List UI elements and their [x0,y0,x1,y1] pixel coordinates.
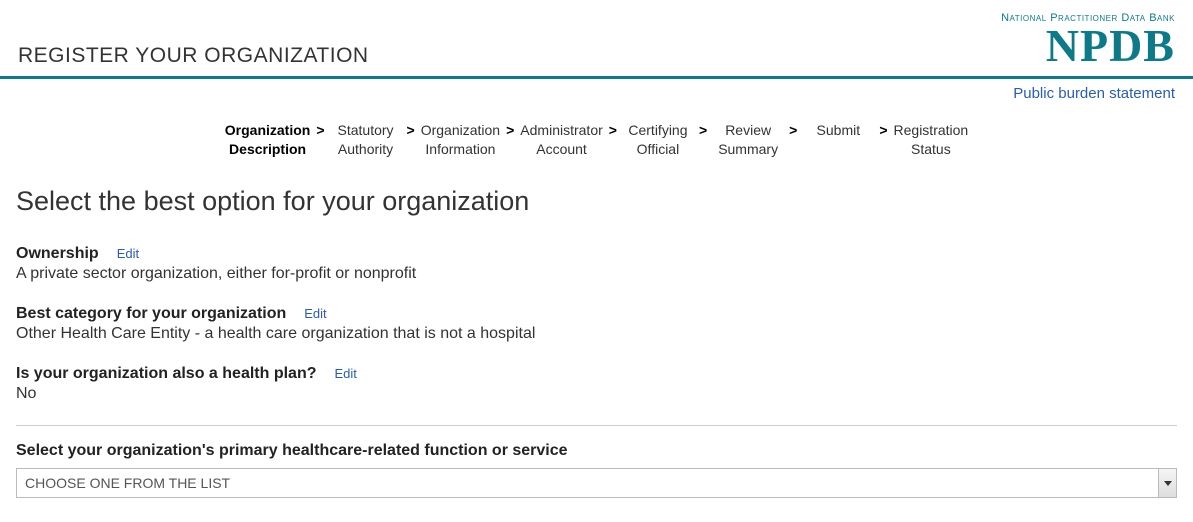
step-label-line2: Account [520,140,602,159]
primary-function-select-wrap: CHOOSE ONE FROM THE LIST [16,468,1177,498]
step-registration-status[interactable]: Registration Status [894,121,969,159]
main-content: Select the best option for your organiza… [0,186,1193,522]
step-certifying-official[interactable]: Certifying Official [623,121,693,159]
step-label-line1: Organization [421,121,500,140]
category-value: Other Health Care Entity - a health care… [16,325,1177,343]
progress-stepper: Organization Description > Statutory Aut… [0,103,1193,187]
divider [16,425,1177,426]
step-label-line1: Review [713,121,783,140]
category-label: Best category for your organization [16,305,286,323]
chevron-right-icon: > [316,121,324,138]
step-label-line2: Official [623,140,693,159]
page-title: REGISTER YOUR ORGANIZATION [18,44,369,68]
step-organization-description[interactable]: Organization Description [225,121,311,159]
ownership-group: Ownership Edit A private sector organiza… [16,245,1177,283]
step-label-line1: Organization [225,121,311,140]
logo-main-text: NPDB [1001,24,1175,68]
step-label-line1: Registration [894,121,969,140]
chevron-right-icon: > [699,121,707,138]
primary-function-select[interactable]: CHOOSE ONE FROM THE LIST [16,468,1177,498]
public-burden-link[interactable]: Public burden statement [1013,85,1175,102]
step-label-line2: Status [894,140,969,159]
step-label-line1: Statutory [331,121,401,140]
ownership-value: A private sector organization, either fo… [16,265,1177,283]
page-header: REGISTER YOUR ORGANIZATION National Prac… [0,0,1193,79]
step-label-line1: Administrator [520,121,602,140]
step-submit[interactable]: Submit [803,121,873,140]
chevron-right-icon: > [879,121,887,138]
primary-function-label: Select your organization's primary healt… [16,442,1177,460]
healthplan-group: Is your organization also a health plan?… [16,365,1177,403]
chevron-right-icon: > [407,121,415,138]
step-label-line2: Summary [713,140,783,159]
ownership-label: Ownership [16,245,99,263]
logo-block: National Practitioner Data Bank NPDB [1001,12,1175,68]
step-administrator-account[interactable]: Administrator Account [520,121,602,159]
healthplan-value: No [16,385,1177,403]
burden-row: Public burden statement [0,79,1193,103]
step-label-line2: Authority [331,140,401,159]
step-label-line2: Description [225,140,311,159]
step-label-line1: Submit [803,121,873,140]
healthplan-label: Is your organization also a health plan? [16,365,317,383]
step-label-line1: Certifying [623,121,693,140]
healthplan-edit-link[interactable]: Edit [335,366,357,381]
ownership-edit-link[interactable]: Edit [117,246,139,261]
step-organization-information[interactable]: Organization Information [421,121,500,159]
chevron-right-icon: > [506,121,514,138]
category-group: Best category for your organization Edit… [16,305,1177,343]
chevron-right-icon: > [789,121,797,138]
step-label-line2: Information [421,140,500,159]
category-edit-link[interactable]: Edit [304,306,326,321]
step-review-summary[interactable]: Review Summary [713,121,783,159]
step-statutory-authority[interactable]: Statutory Authority [331,121,401,159]
chevron-right-icon: > [609,121,617,138]
section-heading: Select the best option for your organiza… [16,186,1177,217]
